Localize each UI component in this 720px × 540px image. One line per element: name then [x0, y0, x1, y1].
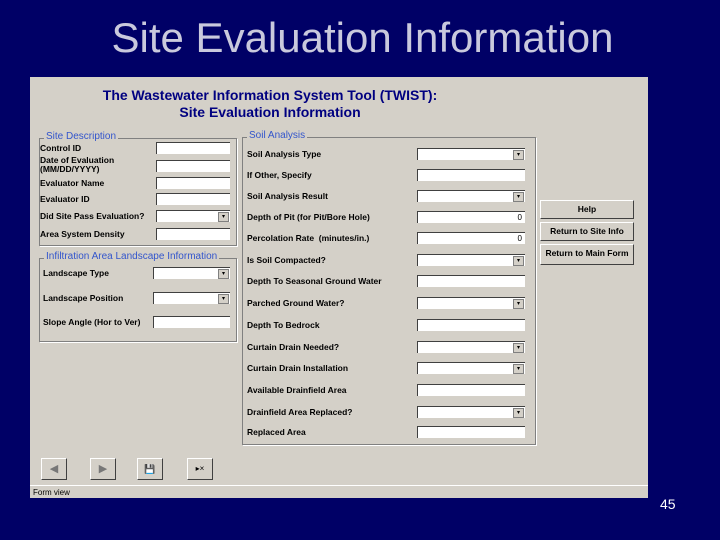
dropdown-field[interactable]: ▾ — [417, 406, 525, 418]
arrow-left-icon: ◀ — [49, 463, 59, 475]
return-to-site-info-button[interactable]: Return to Site Info — [540, 222, 634, 241]
chevron-down-icon[interactable]: ▾ — [513, 364, 524, 374]
field-label: Curtain Drain Installation — [247, 363, 349, 373]
field-label: Evaluator ID — [40, 194, 90, 204]
previous-record-button[interactable]: ◀ — [41, 458, 67, 480]
dropdown-field[interactable]: ▾ — [417, 254, 525, 266]
chevron-down-icon[interactable]: ▾ — [513, 192, 524, 202]
slide-title: Site Evaluation Information — [111, 14, 614, 61]
dropdown-field[interactable]: ▾ — [417, 341, 525, 353]
text-field[interactable] — [417, 169, 525, 181]
text-field[interactable] — [417, 384, 525, 396]
field-label: Date of Evaluation (MM/DD/YYYY) — [40, 155, 115, 174]
text-field[interactable]: 0 — [417, 211, 525, 223]
field-label: Percolation Rate (minutes/in.) — [247, 233, 370, 243]
infiltration-legend: Infiltration Area Landscape Information — [44, 251, 220, 262]
dropdown-field[interactable]: ▾ — [417, 297, 525, 309]
text-field[interactable] — [417, 319, 525, 331]
help-button[interactable]: Help — [540, 200, 634, 219]
text-field[interactable] — [156, 142, 230, 154]
access-form-window: The Wastewater Information System Tool (… — [30, 77, 648, 498]
return-to-main-form-button[interactable]: Return to Main Form — [540, 244, 634, 265]
field-label: Depth of Pit (for Pit/Bore Hole) — [247, 212, 370, 222]
text-field[interactable] — [156, 193, 230, 205]
text-field[interactable]: 0 — [417, 232, 525, 244]
chevron-down-icon[interactable]: ▾ — [513, 150, 524, 160]
field-label: Parched Ground Water? — [247, 298, 345, 308]
next-record-button[interactable]: ▶ — [90, 458, 116, 480]
field-label: Slope Angle (Hor to Ver) — [43, 317, 141, 327]
field-label: Depth To Bedrock — [247, 320, 320, 330]
close-icon: ▸× — [195, 464, 205, 473]
dropdown-field[interactable]: ▾ — [153, 292, 230, 304]
text-field[interactable] — [156, 160, 230, 172]
field-label: Did Site Pass Evaluation? — [40, 211, 145, 221]
field-label: Soil Analysis Result — [247, 191, 328, 201]
dropdown-field[interactable]: ▾ — [153, 267, 230, 279]
text-field[interactable] — [156, 177, 230, 189]
field-label: Is Soil Compacted? — [247, 255, 326, 265]
chevron-down-icon[interactable]: ▾ — [513, 408, 524, 418]
field-value: 0 — [517, 213, 522, 222]
dropdown-field[interactable]: ▾ — [417, 190, 525, 202]
chevron-down-icon[interactable]: ▾ — [513, 343, 524, 353]
save-icon: 💾 — [144, 464, 156, 474]
field-label: Control ID — [40, 143, 82, 153]
text-field[interactable] — [417, 275, 525, 287]
save-record-button[interactable]: 💾 — [137, 458, 163, 480]
field-label: Evaluator Name — [40, 178, 105, 188]
text-field[interactable] — [156, 228, 230, 240]
site-description-legend: Site Description — [44, 131, 119, 142]
field-label: Soil Analysis Type — [247, 149, 322, 159]
field-label: Depth To Seasonal Ground Water — [247, 276, 382, 286]
soil-analysis-group: Soil Analysis — [242, 130, 536, 445]
text-field[interactable] — [153, 316, 230, 328]
soil-analysis-legend: Soil Analysis — [247, 130, 308, 141]
dropdown-field[interactable]: ▾ — [417, 148, 525, 160]
field-label: Area System Density — [40, 229, 125, 239]
field-label: Drainfield Area Replaced? — [247, 407, 353, 417]
chevron-down-icon[interactable]: ▾ — [513, 299, 524, 309]
chevron-down-icon[interactable]: ▾ — [218, 269, 229, 279]
field-label: If Other, Specify — [247, 170, 312, 180]
field-label: Landscape Position — [43, 293, 124, 303]
status-text: Form view — [33, 488, 70, 497]
field-label: Available Drainfield Area — [247, 385, 347, 395]
form-header-line1: The Wastewater Information System Tool (… — [102, 87, 438, 103]
field-label: Curtain Drain Needed? — [247, 342, 340, 352]
page-number: 45 — [660, 496, 676, 512]
form-header-line2: Site Evaluation Information — [179, 104, 361, 120]
chevron-down-icon[interactable]: ▾ — [218, 294, 229, 304]
text-field[interactable] — [417, 426, 525, 438]
status-bar: Form view — [30, 485, 648, 498]
field-label: Landscape Type — [43, 268, 109, 278]
chevron-down-icon[interactable]: ▾ — [513, 256, 524, 266]
arrow-right-icon: ▶ — [98, 463, 108, 475]
field-label: Replaced Area — [247, 427, 306, 437]
close-form-button[interactable]: ▸× — [187, 458, 213, 480]
dropdown-field[interactable]: ▾ — [156, 210, 230, 222]
dropdown-field[interactable]: ▾ — [417, 362, 525, 374]
chevron-down-icon[interactable]: ▾ — [218, 212, 229, 222]
field-value: 0 — [517, 234, 522, 243]
